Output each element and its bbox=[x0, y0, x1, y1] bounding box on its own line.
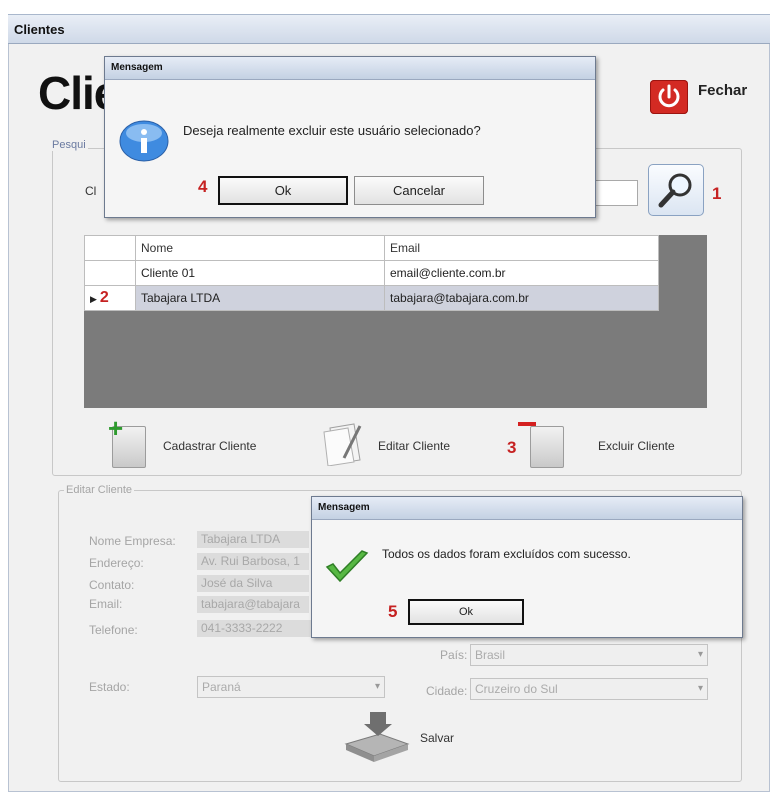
delete-client-button[interactable] bbox=[518, 420, 564, 468]
confirm-dialog: Mensagem Deseja realmente excluir este u… bbox=[104, 56, 596, 218]
address-field[interactable]: Av. Rui Barbosa, 1 bbox=[197, 553, 309, 570]
info-icon bbox=[119, 119, 169, 168]
success-message: Todos os dados foram excluídos com suces… bbox=[382, 547, 631, 561]
address-label: Endereço: bbox=[89, 556, 144, 570]
grid-cell-name[interactable]: Cliente 01 bbox=[135, 260, 385, 286]
grid-header-email[interactable]: Email bbox=[384, 235, 659, 261]
ok-button[interactable]: Ok bbox=[408, 599, 524, 625]
edit-group-legend: Editar Cliente bbox=[64, 484, 135, 496]
step-marker-2: 2 bbox=[99, 289, 109, 306]
window-title: Clientes bbox=[14, 22, 65, 37]
grid-corner bbox=[84, 235, 136, 261]
confirm-dialog-title: Mensagem bbox=[111, 62, 163, 73]
plus-icon: + bbox=[108, 413, 124, 443]
minus-icon bbox=[518, 422, 536, 426]
confirm-dialog-title-bar: Mensagem bbox=[105, 57, 595, 80]
row-arrow-icon: ▶ bbox=[90, 294, 97, 304]
close-button-label[interactable]: Fechar bbox=[698, 82, 747, 99]
row-selector[interactable] bbox=[84, 260, 136, 286]
step-marker-1: 1 bbox=[712, 184, 722, 203]
search-group-legend: Pesqui bbox=[50, 139, 88, 151]
row-selector[interactable]: ▶ 2 bbox=[84, 285, 136, 311]
checkmark-icon bbox=[324, 549, 370, 590]
country-select-value: Brasil bbox=[475, 648, 506, 662]
magnifier-icon bbox=[658, 173, 692, 208]
city-label: Cidade: bbox=[426, 684, 468, 698]
city-select-value: Cruzeiro do Sul bbox=[475, 682, 558, 696]
step-marker-3: 3 bbox=[507, 438, 517, 457]
email-field[interactable]: tabajara@tabajara bbox=[197, 596, 309, 613]
state-label: Estado: bbox=[89, 680, 130, 694]
city-select[interactable]: Cruzeiro do Sul ▾ bbox=[470, 678, 708, 700]
country-select[interactable]: Brasil ▾ bbox=[470, 644, 708, 666]
success-dialog-title-bar: Mensagem bbox=[312, 497, 742, 520]
chevron-down-icon: ▾ bbox=[697, 649, 703, 660]
save-tray-icon bbox=[344, 712, 410, 762]
edit-document-icon bbox=[323, 423, 362, 467]
edit-client-label[interactable]: Editar Cliente bbox=[378, 439, 450, 453]
state-select-value: Paraná bbox=[202, 680, 241, 694]
window-title-bar: Clientes bbox=[8, 14, 770, 44]
add-client-label[interactable]: Cadastrar Cliente bbox=[163, 439, 256, 453]
table-row[interactable]: Cliente 01 email@cliente.com.br bbox=[84, 260, 659, 286]
success-dialog: Mensagem Todos os dados foram excluídos … bbox=[311, 496, 743, 638]
chevron-down-icon: ▾ bbox=[374, 681, 380, 692]
grid-header-name[interactable]: Nome bbox=[135, 235, 385, 261]
chevron-down-icon: ▾ bbox=[697, 683, 703, 694]
search-field-label: Cl bbox=[85, 184, 97, 198]
email-label: Email: bbox=[89, 597, 123, 611]
document-remove-icon bbox=[530, 426, 564, 468]
table-row-selected[interactable]: ▶ 2 Tabajara LTDA tabajara@tabajara.com.b… bbox=[84, 285, 659, 311]
clients-grid[interactable]: Nome Email Cliente 01 email@cliente.com.… bbox=[84, 235, 707, 408]
confirm-message: Deseja realmente excluir este usuário se… bbox=[183, 123, 481, 138]
save-label[interactable]: Salvar bbox=[420, 731, 454, 745]
country-label: País: bbox=[440, 648, 468, 662]
power-icon[interactable] bbox=[650, 80, 688, 114]
save-button[interactable] bbox=[340, 708, 412, 767]
search-button[interactable] bbox=[648, 164, 704, 216]
company-field[interactable]: Tabajara LTDA bbox=[197, 531, 309, 548]
company-label: Nome Empresa: bbox=[89, 534, 176, 548]
step-marker-4: 4 bbox=[198, 177, 208, 196]
cancel-button[interactable]: Cancelar bbox=[354, 176, 484, 205]
state-select[interactable]: Paraná ▾ bbox=[197, 676, 385, 698]
edit-client-button[interactable] bbox=[320, 420, 370, 471]
phone-label: Telefone: bbox=[89, 623, 138, 637]
grid-cell-email[interactable]: email@cliente.com.br bbox=[384, 260, 659, 286]
step-marker-5: 5 bbox=[388, 602, 398, 621]
delete-client-label[interactable]: Excluir Cliente bbox=[598, 439, 675, 453]
grid-cell-name[interactable]: Tabajara LTDA bbox=[135, 285, 385, 311]
add-client-button[interactable]: + bbox=[108, 415, 146, 468]
grid-cell-email[interactable]: tabajara@tabajara.com.br bbox=[384, 285, 659, 311]
contact-label: Contato: bbox=[89, 578, 135, 592]
success-dialog-title: Mensagem bbox=[318, 502, 370, 513]
ok-button[interactable]: Ok bbox=[218, 176, 348, 205]
contact-field[interactable]: José da Silva bbox=[197, 575, 309, 592]
